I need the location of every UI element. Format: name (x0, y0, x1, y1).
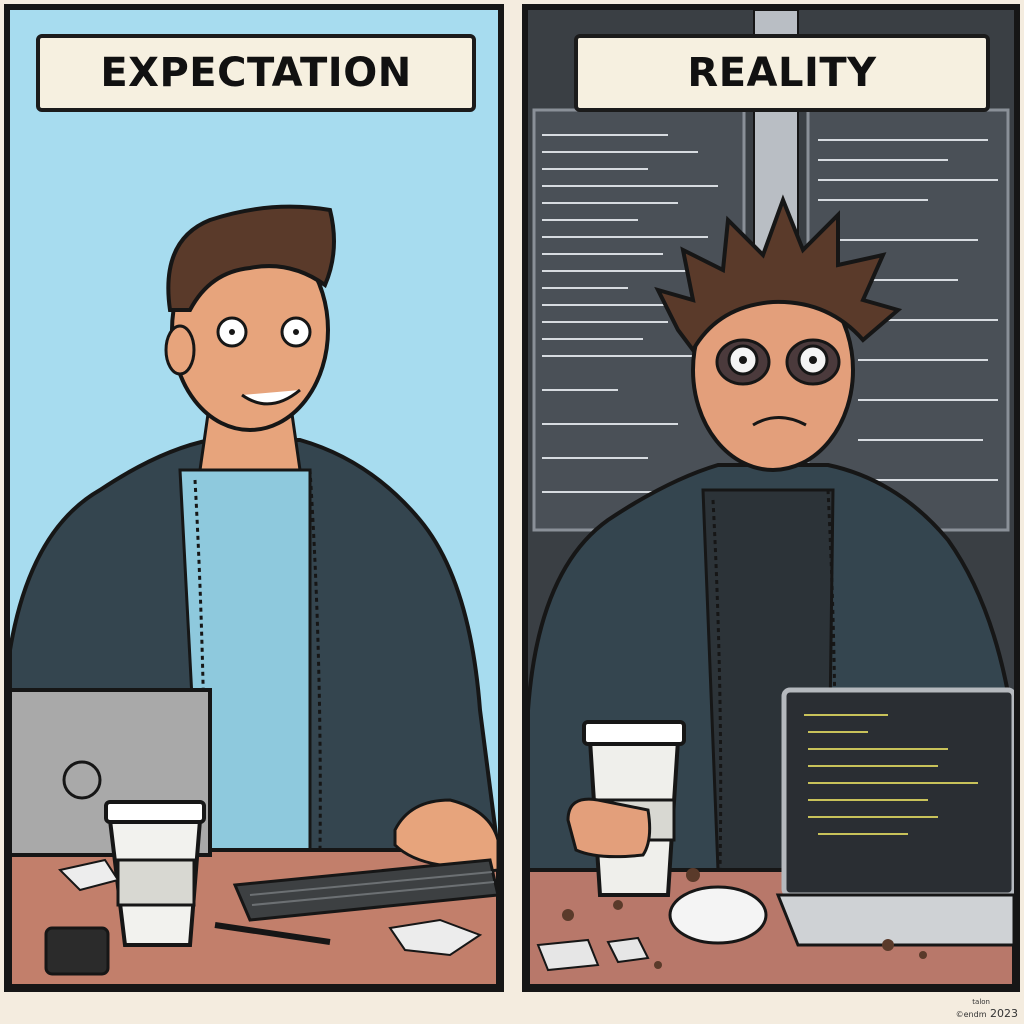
left-pupil (229, 329, 235, 335)
left-pupil (739, 356, 747, 364)
ear (164, 324, 196, 376)
signature-handle: ©endm (955, 1010, 987, 1019)
phone-icon (44, 926, 110, 976)
hand-holding-cup (566, 797, 652, 859)
signature-year: 2023 (990, 1007, 1018, 1020)
right-pupil (809, 356, 817, 364)
mouse-icon (668, 885, 768, 945)
artist-signature: talon ©endm 2023 (956, 997, 1018, 1020)
laptop-icon (775, 687, 1014, 947)
reality-caption: REALITY (574, 34, 990, 112)
coffee-cup-icon (104, 800, 206, 947)
expectation-illustration (10, 10, 498, 986)
crumpled-paper (536, 938, 600, 972)
expectation-panel: EXPECTATION (4, 4, 504, 992)
signature-name: talon (972, 998, 990, 1006)
expectation-caption: EXPECTATION (36, 34, 476, 112)
right-pupil (293, 329, 299, 335)
reality-illustration (528, 10, 1014, 986)
reality-panel: REALITY (522, 4, 1020, 992)
